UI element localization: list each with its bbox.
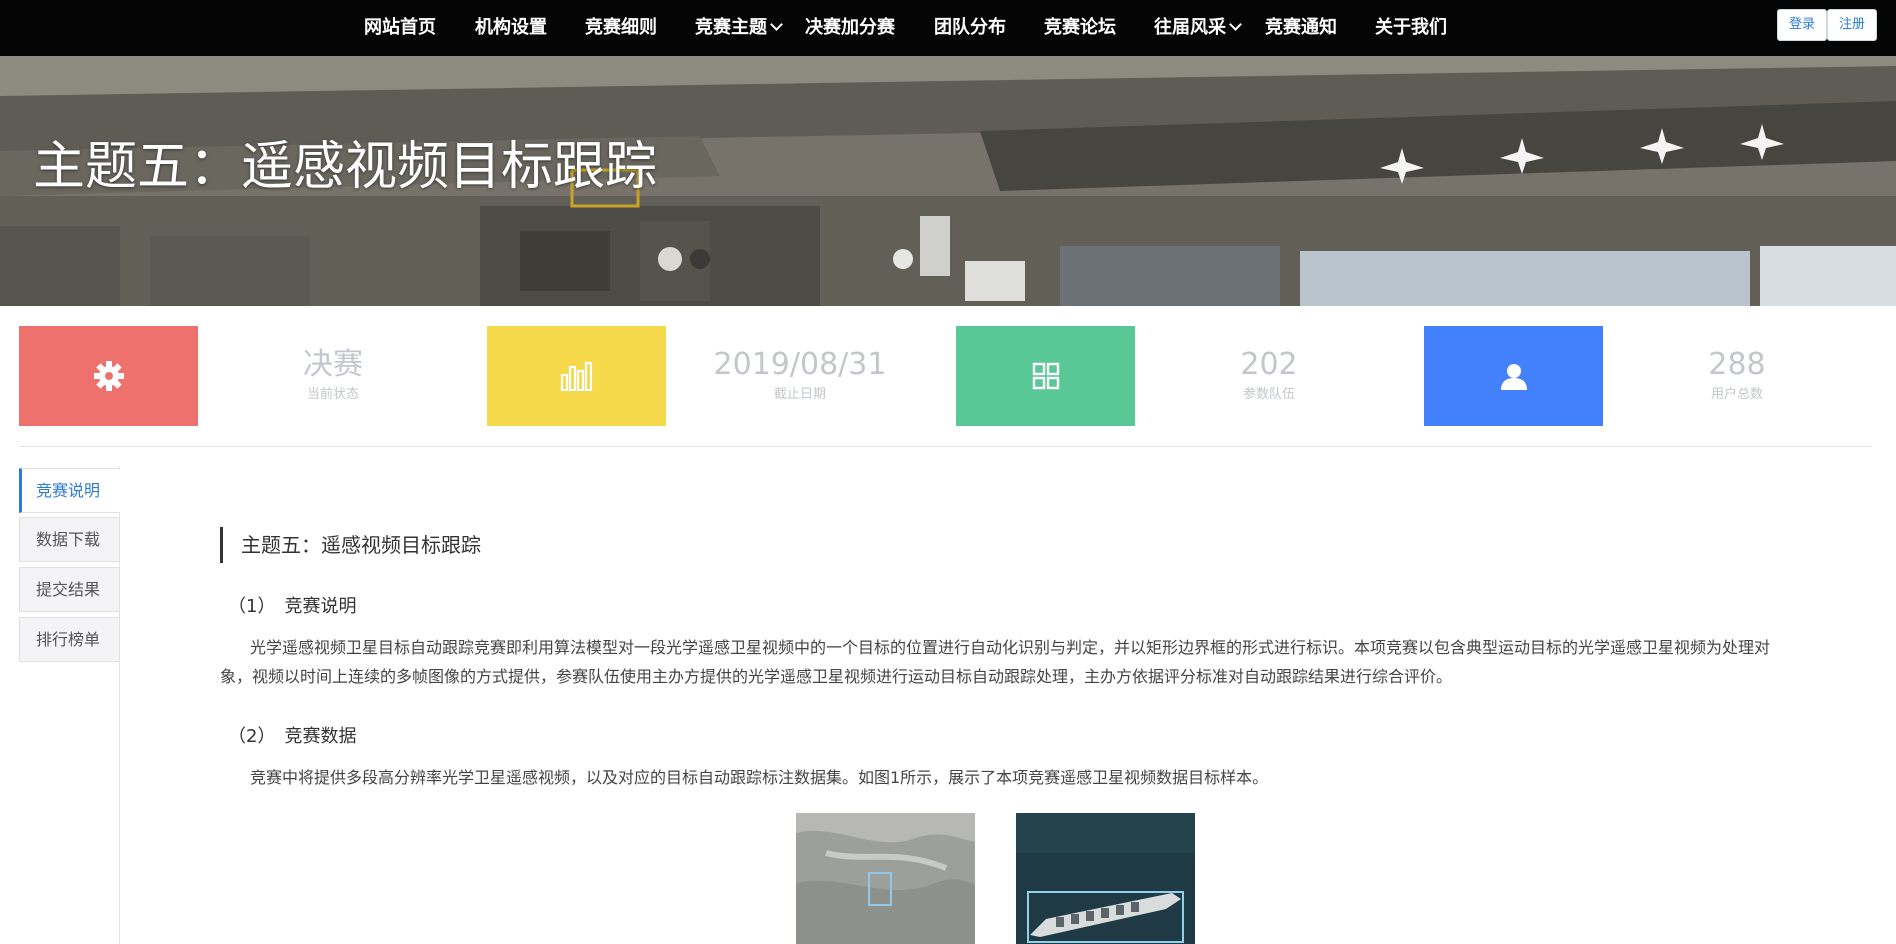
section-heading-description: （1） 竞赛说明 — [228, 596, 357, 617]
nav-past-events[interactable]: 往届风采 — [1154, 0, 1242, 56]
tab-leaderboard[interactable]: 排行榜单 — [19, 617, 120, 662]
tab-submit-results[interactable]: 提交结果 — [19, 567, 120, 612]
stat-teams-tile — [956, 326, 1135, 426]
nav-about[interactable]: 关于我们 — [1375, 0, 1447, 56]
login-button[interactable]: 登录 — [1777, 9, 1827, 41]
sample-image-ship — [1016, 813, 1195, 944]
nav-forum[interactable]: 竞赛论坛 — [1044, 0, 1116, 56]
nav-final-bonus[interactable]: 决赛加分赛 — [805, 0, 895, 56]
register-button[interactable]: 注册 — [1827, 9, 1877, 41]
stat-users-tile — [1424, 326, 1603, 426]
nav-topics[interactable]: 竞赛主题 — [695, 0, 783, 56]
hero-banner: 主题五：遥感视频目标跟踪 — [0, 56, 1896, 306]
description-paragraph: 光学遥感视频卫星目标自动跟踪竞赛即利用算法模型对一段光学遥感卫星视频中的一个目标… — [220, 638, 1771, 686]
stat-teams-value: 202 — [1240, 347, 1298, 382]
content-title: 主题五：遥感视频目标跟踪 — [220, 527, 481, 563]
hero-title: 主题五：遥感视频目标跟踪 — [33, 137, 658, 197]
chevron-down-icon — [1229, 18, 1242, 31]
gear-icon — [93, 361, 124, 391]
bar-chart-icon — [560, 361, 592, 391]
stat-status-tile — [19, 326, 198, 426]
stat-users-label: 用户总数 — [1710, 387, 1763, 402]
top-navbar: 网站首页 机构设置 竞赛细则 竞赛主题 决赛加分赛 团队分布 竞赛论坛 往届风采… — [0, 0, 1896, 56]
stat-teams-label: 参数队伍 — [1242, 387, 1295, 402]
nav-notices[interactable]: 竞赛通知 — [1265, 0, 1337, 56]
tab-data-download[interactable]: 数据下载 — [19, 517, 120, 562]
nav-team-distribution[interactable]: 团队分布 — [934, 0, 1006, 56]
nav-home[interactable]: 网站首页 — [364, 0, 436, 56]
nav-organization[interactable]: 机构设置 — [475, 0, 547, 56]
stat-deadline-tile — [487, 326, 666, 426]
stat-status-label: 当前状态 — [306, 387, 359, 402]
stat-deadline-value: 2019/08/31 — [713, 347, 887, 382]
sample-image-terrain — [796, 813, 975, 944]
nav-topics-label: 竞赛主题 — [695, 17, 767, 38]
stat-users-value: 288 — [1708, 347, 1766, 382]
stat-deadline-label: 截止日期 — [773, 387, 826, 402]
chevron-down-icon — [770, 18, 783, 31]
nav-past-events-label: 往届风采 — [1154, 17, 1226, 38]
stat-status-value: 决赛 — [303, 347, 363, 382]
user-icon — [1500, 364, 1527, 390]
nav-rules[interactable]: 竞赛细则 — [585, 0, 657, 56]
section-divider — [19, 446, 1872, 447]
section-heading-data: （2） 竞赛数据 — [228, 726, 357, 747]
grid-icon — [1032, 362, 1059, 390]
data-paragraph: 竞赛中将提供多段高分辨率光学卫星遥感视频，以及对应的目标自动跟踪标注数据集。如图… — [250, 768, 1269, 787]
tab-description[interactable]: 竞赛说明 — [19, 468, 120, 513]
